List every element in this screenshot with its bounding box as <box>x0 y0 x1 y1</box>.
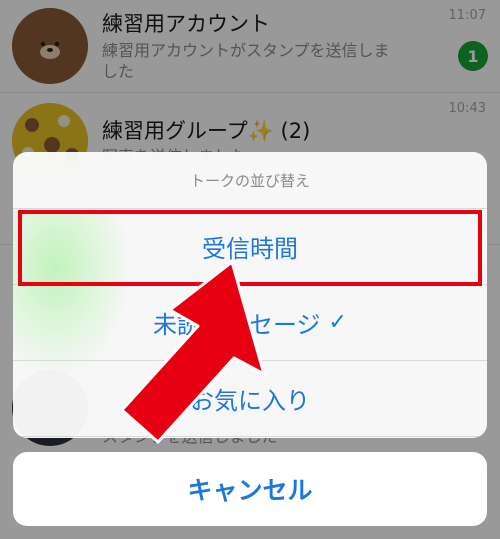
sort-option-unread[interactable]: 未読メッセージ ✓ <box>13 285 487 361</box>
sort-option-favorites[interactable]: お気に入り <box>13 361 487 437</box>
option-label: お気に入り <box>190 387 310 415</box>
sort-option-received-time[interactable]: 受信時間 <box>13 209 487 285</box>
checkmark-icon: ✓ <box>328 310 347 335</box>
option-label: 未読メッセージ <box>153 311 321 339</box>
cancel-button[interactable]: キャンセル <box>13 452 487 526</box>
option-label: 受信時間 <box>202 235 298 263</box>
sort-action-sheet: トークの並び替え 受信時間 未読メッセージ ✓ お気に入り <box>13 152 487 438</box>
sheet-title: トークの並び替え <box>13 152 487 209</box>
